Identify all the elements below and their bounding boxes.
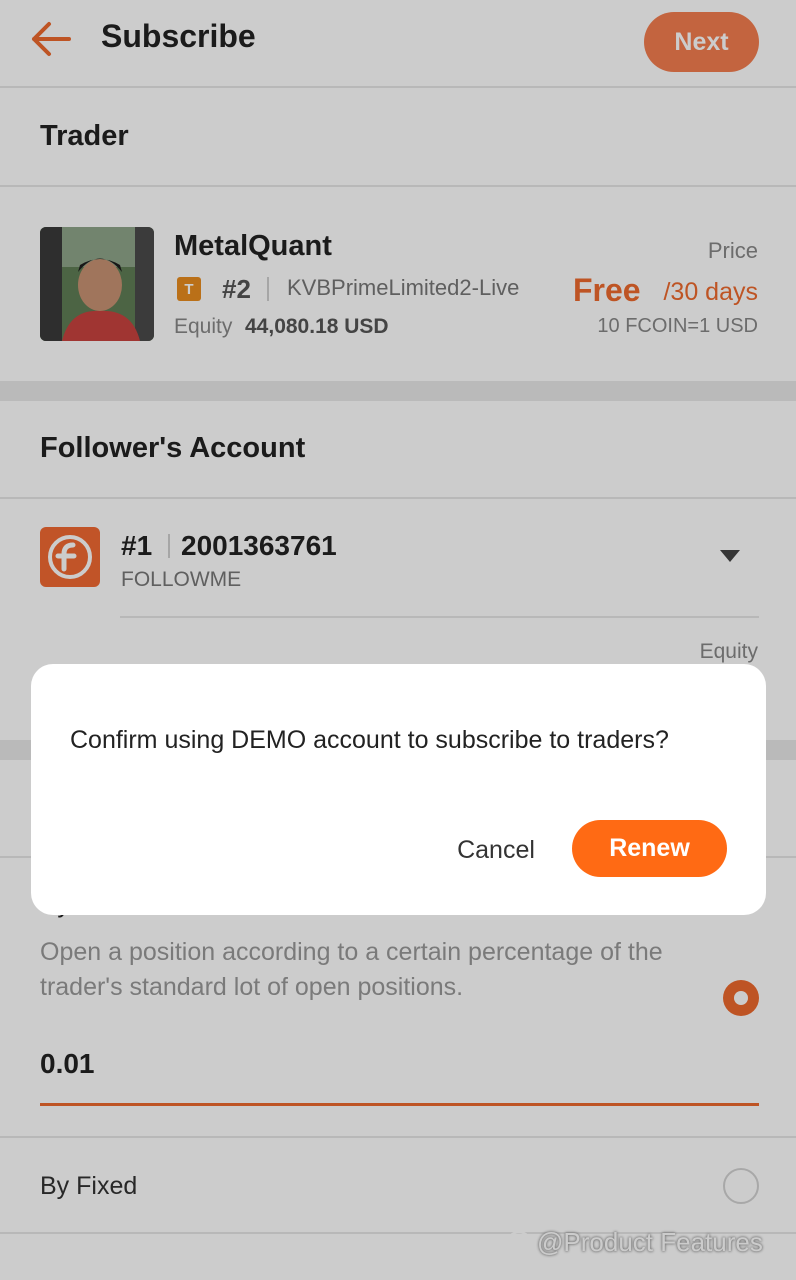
modal-overlay[interactable] xyxy=(0,0,796,1280)
dialog-message: Confirm using DEMO account to subscribe … xyxy=(70,726,669,754)
renew-button[interactable]: Renew xyxy=(572,820,727,877)
confirm-dialog: Confirm using DEMO account to subscribe … xyxy=(31,664,766,915)
subscribe-screen: Subscribe Next Trader MetalQuant T #2 KV… xyxy=(0,0,796,1280)
cancel-button[interactable]: Cancel xyxy=(451,822,541,878)
